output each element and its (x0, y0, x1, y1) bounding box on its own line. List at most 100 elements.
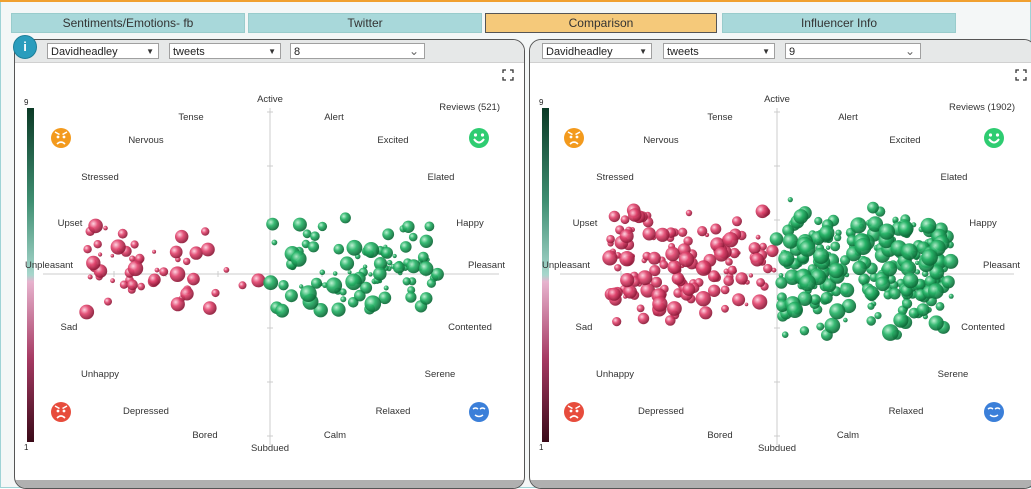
negative-review-bubble[interactable] (110, 239, 126, 255)
positive-review-bubble[interactable] (275, 303, 289, 318)
positive-review-bubble[interactable] (347, 270, 352, 275)
positive-review-bubble[interactable] (854, 238, 872, 255)
negative-review-bubble[interactable] (732, 216, 742, 227)
negative-review-bubble[interactable] (695, 291, 711, 307)
positive-review-bubble[interactable] (426, 278, 436, 288)
negative-review-bubble[interactable] (180, 287, 194, 301)
negative-review-bubble[interactable] (117, 228, 128, 239)
negative-review-bubble[interactable] (223, 267, 230, 273)
positive-review-bubble[interactable] (828, 262, 845, 279)
positive-review-bubble[interactable] (363, 242, 380, 258)
positive-review-bubble[interactable] (787, 197, 793, 203)
positive-review-bubble[interactable] (902, 272, 919, 289)
negative-review-bubble[interactable] (637, 312, 650, 325)
tab-comparison[interactable]: Comparison (485, 13, 717, 33)
positive-review-bubble[interactable] (332, 271, 338, 276)
positive-review-bubble[interactable] (941, 275, 955, 289)
negative-review-bubble[interactable] (88, 218, 103, 234)
negative-review-bubble[interactable] (98, 252, 103, 257)
positive-review-bubble[interactable] (386, 259, 393, 266)
positive-review-bubble[interactable] (867, 302, 875, 310)
positive-review-bubble[interactable] (839, 282, 855, 298)
positive-review-bubble[interactable] (364, 295, 382, 312)
positive-review-bubble[interactable] (782, 233, 799, 249)
positive-review-bubble[interactable] (897, 220, 914, 237)
positive-review-bubble[interactable] (902, 298, 913, 309)
negative-review-bubble[interactable] (87, 274, 93, 280)
positive-review-bubble[interactable] (419, 234, 433, 248)
positive-review-bubble[interactable] (368, 272, 373, 277)
negative-review-bubble[interactable] (201, 227, 210, 236)
negative-review-bubble[interactable] (170, 297, 185, 312)
negative-review-bubble[interactable] (183, 257, 191, 266)
negative-review-bubble[interactable] (175, 229, 189, 244)
negative-review-bubble[interactable] (608, 210, 621, 223)
negative-review-bubble[interactable] (699, 306, 713, 320)
positive-review-bubble[interactable] (824, 317, 841, 334)
positive-review-bubble[interactable] (345, 273, 362, 291)
positive-review-bubble[interactable] (816, 322, 825, 331)
positive-review-bubble[interactable] (278, 280, 289, 291)
positive-review-bubble[interactable] (916, 303, 930, 317)
negative-review-bubble[interactable] (744, 302, 749, 307)
positive-review-bubble[interactable] (392, 261, 405, 274)
negative-review-bubble[interactable] (647, 251, 661, 265)
positive-review-bubble[interactable] (769, 232, 784, 246)
positive-review-bubble[interactable] (266, 217, 279, 231)
positive-review-bubble[interactable] (920, 217, 937, 234)
positive-review-bubble[interactable] (867, 201, 879, 214)
negative-review-bubble[interactable] (750, 252, 764, 267)
negative-review-bubble[interactable] (667, 260, 682, 275)
positive-review-bubble[interactable] (786, 301, 803, 318)
negative-review-bubble[interactable] (619, 229, 634, 244)
negative-review-bubble[interactable] (665, 315, 676, 326)
positive-review-bubble[interactable] (928, 315, 944, 331)
positive-review-bubble[interactable] (340, 296, 347, 303)
positive-review-bubble[interactable] (834, 234, 842, 242)
negative-review-bubble[interactable] (79, 304, 95, 320)
negative-review-bubble[interactable] (130, 240, 139, 249)
positive-review-bubble[interactable] (820, 291, 833, 304)
positive-review-bubble[interactable] (943, 253, 959, 269)
positive-review-bubble[interactable] (402, 220, 415, 233)
positive-review-bubble[interactable] (382, 228, 395, 241)
positive-review-bubble[interactable] (829, 303, 846, 320)
positive-review-bubble[interactable] (893, 312, 909, 328)
negative-review-bubble[interactable] (154, 267, 160, 273)
negative-review-bubble[interactable] (723, 275, 734, 287)
negative-review-bubble[interactable] (127, 279, 138, 291)
negative-review-bubble[interactable] (710, 223, 722, 235)
expand-icon[interactable] (1015, 69, 1027, 81)
positive-review-bubble[interactable] (888, 287, 901, 300)
negative-review-bubble[interactable] (721, 304, 729, 313)
negative-review-bubble[interactable] (722, 232, 739, 248)
negative-review-bubble[interactable] (748, 273, 754, 278)
negative-review-bubble[interactable] (655, 227, 670, 242)
negative-review-bubble[interactable] (187, 272, 200, 286)
positive-review-bubble[interactable] (900, 243, 918, 260)
negative-review-bubble[interactable] (677, 227, 688, 237)
negative-review-bubble[interactable] (169, 266, 186, 282)
negative-review-bubble[interactable] (720, 285, 730, 295)
positive-review-bubble[interactable] (406, 259, 421, 274)
positive-review-bubble[interactable] (333, 243, 345, 255)
negative-review-bubble[interactable] (628, 208, 642, 222)
positive-review-bubble[interactable] (310, 231, 320, 241)
negative-review-bubble[interactable] (659, 260, 669, 270)
positive-review-bubble[interactable] (339, 256, 355, 271)
negative-review-bubble[interactable] (685, 209, 693, 217)
positive-review-bubble[interactable] (830, 241, 841, 252)
negative-review-bubble[interactable] (86, 255, 101, 271)
positive-review-bubble[interactable] (300, 285, 317, 302)
positive-review-bubble[interactable] (866, 316, 876, 326)
positive-review-bubble[interactable] (825, 245, 831, 250)
negative-review-bubble[interactable] (152, 249, 157, 254)
negative-review-bubble[interactable] (748, 242, 761, 255)
positive-review-bubble[interactable] (418, 261, 434, 276)
positive-review-bubble[interactable] (875, 276, 890, 292)
negative-review-bubble[interactable] (148, 273, 161, 286)
negative-review-bubble[interactable] (682, 283, 696, 296)
positive-review-bubble[interactable] (317, 221, 328, 232)
positive-review-bubble[interactable] (417, 251, 429, 263)
tab-influencer-info[interactable]: Influencer Info (722, 13, 956, 33)
